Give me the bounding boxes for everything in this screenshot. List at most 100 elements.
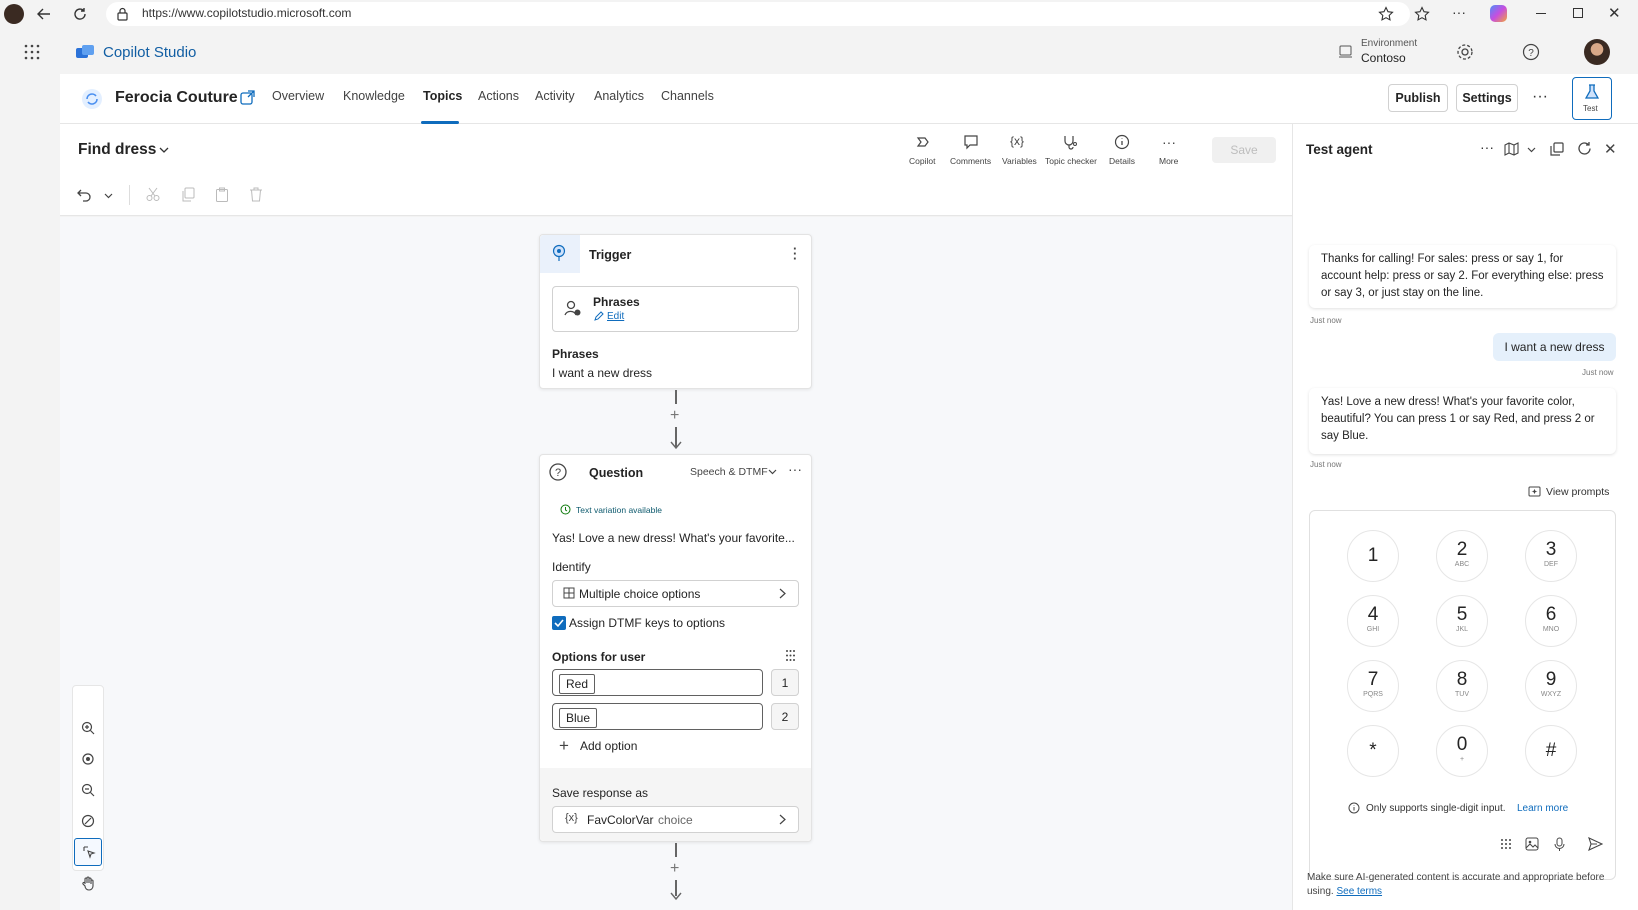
refresh-icon[interactable] [72,6,88,22]
back-icon[interactable] [36,6,52,22]
tab-actions[interactable]: Actions [478,89,519,103]
keypad-key-3[interactable]: 3 DEF [1525,530,1577,582]
question-menu-icon[interactable]: ··· [788,461,802,477]
multiple-choice-icon [563,587,575,599]
more-tools-icon[interactable]: ··· [1162,134,1176,150]
variables-label: Variables [1002,156,1037,166]
keypad-key-4[interactable]: 4 GHI [1347,595,1399,647]
zoom-in-icon[interactable] [81,721,95,735]
comments-icon[interactable] [963,134,979,150]
copy-icon[interactable] [181,187,195,202]
microphone-icon[interactable] [1554,837,1565,852]
more-options-icon[interactable]: ··· [1532,88,1548,106]
view-prompts-icon[interactable] [1528,485,1541,498]
select-pointer-icon [82,845,96,859]
keypad-key-5[interactable]: 5 JKL [1436,595,1488,647]
add-node-plus-icon[interactable]: + [670,407,679,425]
undo-icon[interactable] [77,187,92,202]
keypad-key-2[interactable]: 2 ABC [1436,530,1488,582]
dtmf-label[interactable]: Assign DTMF keys to options [569,616,725,630]
pan-hand-icon[interactable] [81,876,95,891]
details-info-icon[interactable] [1114,134,1130,150]
keypad-key-8[interactable]: 8 TUV [1436,660,1488,712]
maximize-icon[interactable] [1573,8,1583,18]
option-key-2[interactable]: 2 [771,703,799,730]
tab-analytics[interactable]: Analytics [594,89,644,103]
keypad-key-0[interactable]: 0 + [1436,725,1488,777]
see-terms-link[interactable]: See terms [1336,886,1382,897]
edit-pencil-icon[interactable] [594,311,604,321]
copilot-tool-icon[interactable] [915,134,931,150]
keypad-toggle-icon[interactable] [1500,838,1512,850]
keypad-key-hash[interactable]: # [1525,725,1577,777]
option-field-blue[interactable]: Blue [552,703,763,730]
topic-chevron-down-icon[interactable] [159,146,169,154]
map-chevron-down-icon[interactable] [1527,146,1536,153]
cut-icon[interactable] [146,187,160,202]
restart-icon[interactable] [1577,141,1592,156]
environment-value[interactable]: Contoso [1361,51,1406,65]
tab-overview[interactable]: Overview [272,89,324,103]
tab-channels[interactable]: Channels [661,89,714,103]
variables-icon[interactable]: {x} [1010,134,1024,148]
add-option-button[interactable]: Add option [580,739,637,753]
environment-icon[interactable] [1338,44,1353,59]
agent-name[interactable]: Ferocia Couture [115,89,238,107]
edit-phrases-link[interactable]: Edit [607,311,624,322]
tab-activity[interactable]: Activity [535,89,575,103]
favorite-add-icon[interactable] [1378,6,1394,22]
delete-icon[interactable] [249,187,263,202]
keypad-hint: Only supports single-digit input. [1366,803,1506,814]
topic-title[interactable]: Find dress [78,141,156,159]
add-node-plus-icon[interactable]: + [670,860,679,878]
profile-avatar[interactable] [4,4,24,24]
tab-topics[interactable]: Topics [423,89,462,103]
add-option-plus-icon[interactable]: + [559,736,569,756]
mode-chevron-down-icon[interactable] [768,468,777,475]
app-name[interactable]: Copilot Studio [103,44,196,61]
zoom-out-icon[interactable] [81,783,95,797]
send-icon[interactable] [1588,837,1603,851]
options-grid-icon[interactable] [785,649,796,662]
phrases-card[interactable] [552,286,799,332]
browser-menu-icon[interactable]: ··· [1452,4,1466,20]
question-mode[interactable]: Speech & DTMF [690,466,768,478]
close-window-icon[interactable]: ✕ [1608,4,1621,22]
dtmf-checkbox[interactable] [552,616,566,630]
keypad-key-star[interactable]: * [1347,725,1399,777]
keypad-key-7[interactable]: 7 PQRS [1347,660,1399,712]
minimap-icon[interactable] [81,814,95,828]
settings-button[interactable]: Settings [1456,84,1518,112]
keypad-key-6[interactable]: 6 MNO [1525,595,1577,647]
close-panel-icon[interactable]: ✕ [1604,140,1617,158]
help-icon[interactable]: ? [1522,43,1540,61]
paste-icon[interactable] [215,187,229,202]
trigger-menu-icon[interactable]: · · · [793,242,797,265]
keypad-key-1[interactable]: 1 [1347,530,1399,582]
copy-conversation-icon[interactable] [1549,141,1565,157]
publish-button[interactable]: Publish [1388,84,1448,112]
undo-chevron-down-icon[interactable] [104,192,113,199]
tab-knowledge[interactable]: Knowledge [343,89,405,103]
option-field-red[interactable]: Red [552,669,763,696]
recenter-icon[interactable] [81,752,95,766]
test-more-icon[interactable]: ··· [1480,139,1494,155]
copilot-icon[interactable] [1490,5,1507,22]
attach-image-icon[interactable] [1525,837,1539,851]
learn-more-link[interactable]: Learn more [1517,803,1568,814]
agent-status-icon[interactable] [239,89,257,107]
favorites-icon[interactable] [1414,6,1430,22]
question-message[interactable]: Yas! Love a new dress! What's your favor… [552,531,795,545]
option-key-1[interactable]: 1 [771,669,799,696]
topic-checker-icon[interactable] [1062,134,1078,150]
keypad-key-9[interactable]: 9 WXYZ [1525,660,1577,712]
save-button[interactable]: Save [1212,137,1276,163]
minimize-icon[interactable] [1536,13,1546,14]
app-launcher-icon[interactable] [24,44,40,60]
view-prompts-link[interactable]: View prompts [1546,486,1609,498]
map-icon[interactable] [1504,142,1519,156]
agent-icon [81,88,103,110]
text-variation-note[interactable]: Text variation available [576,505,662,515]
settings-gear-icon[interactable] [1456,43,1474,61]
user-avatar[interactable] [1584,39,1610,65]
